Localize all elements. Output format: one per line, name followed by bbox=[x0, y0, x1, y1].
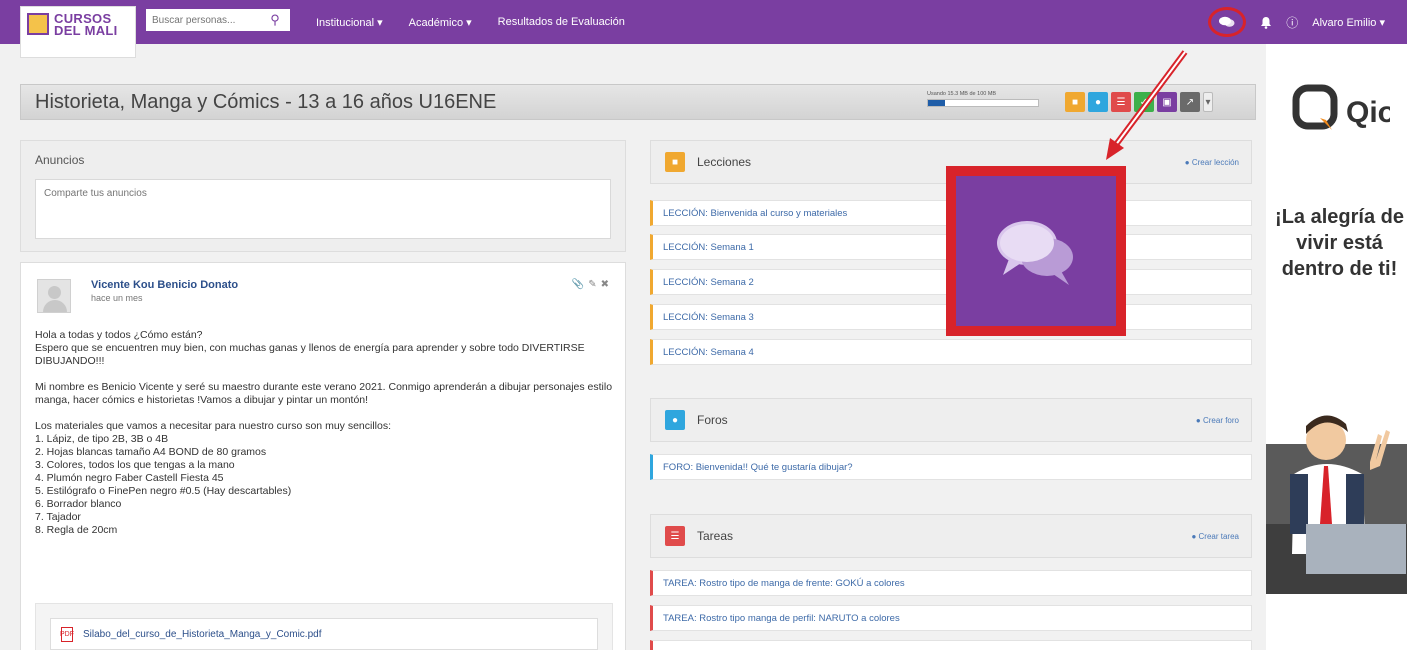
lesson-item[interactable]: LECCIÓN: Semana 4 bbox=[650, 339, 1252, 365]
bell-icon[interactable] bbox=[1260, 16, 1272, 29]
course-title: Historieta, Manga y Cómics - 13 a 16 año… bbox=[35, 90, 497, 113]
pdf-icon: PDF bbox=[60, 626, 74, 642]
chat-bubbles-icon bbox=[997, 221, 1073, 285]
announcements-panel: Anuncios bbox=[20, 140, 626, 252]
storage-fill bbox=[928, 100, 945, 106]
post-author[interactable]: Vicente Kou Benicio Donato bbox=[91, 279, 238, 291]
task-item[interactable]: TAREA: Rostro tipo manga de perfil: NARU… bbox=[650, 605, 1252, 631]
screen-tool-icon[interactable]: ▣ bbox=[1157, 92, 1177, 112]
storage-label: Usando 15.3 MB de 100 MB bbox=[927, 91, 997, 97]
brand-line2: DEL MALI bbox=[54, 23, 118, 38]
material-item: 4. Plumón negro Faber Castell Fiesta 45 bbox=[35, 472, 224, 484]
tasks-tool-icon[interactable]: ☰ bbox=[1111, 92, 1131, 112]
stats-tool-icon[interactable]: ↗ bbox=[1180, 92, 1200, 112]
post-time: hace un mes bbox=[91, 293, 143, 303]
storage-usage: Usando 15.3 MB de 100 MB bbox=[927, 91, 1045, 107]
material-item: 7. Tajador bbox=[35, 511, 81, 523]
task-item[interactable]: TAREA: Rostro tipo de manga de frente: G… bbox=[650, 570, 1252, 596]
lessons-title: Lecciones bbox=[697, 155, 752, 169]
attachment-link[interactable]: PDF Silabo_del_curso_de_Historieta_Manga… bbox=[50, 618, 598, 650]
chat-icon-callout bbox=[946, 166, 1126, 336]
user-menu[interactable]: Alvaro Emilio ▾ bbox=[1312, 16, 1385, 29]
ad-banner[interactable]: Qio ¡La alegría de vivir está dentro de … bbox=[1266, 44, 1407, 650]
more-tools-icon[interactable]: ▾ bbox=[1203, 92, 1213, 112]
ad-person-illustration bbox=[1266, 415, 1407, 594]
course-header: Historieta, Manga y Cómics - 13 a 16 año… bbox=[20, 84, 1256, 120]
material-item: 8. Regla de 20cm bbox=[35, 524, 118, 536]
forum-item[interactable]: FORO: Bienvenida!! Qué te gustaría dibuj… bbox=[650, 454, 1252, 480]
help-icon[interactable]: ⓘ bbox=[1286, 14, 1298, 31]
nav-resultados[interactable]: Resultados de Evaluación bbox=[498, 16, 625, 28]
brand-logo[interactable]: CURSOS DEL MALI bbox=[20, 6, 136, 58]
nav-right: ⓘ Alvaro Emilio ▾ bbox=[1208, 0, 1385, 44]
forums-header: ● Foros ● Crear foro bbox=[650, 398, 1252, 442]
main-nav: Institucional ▾ Académico ▾ Resultados d… bbox=[316, 0, 625, 44]
tasks-title: Tareas bbox=[697, 529, 734, 543]
material-item: 6. Borrador blanco bbox=[35, 498, 122, 510]
search-icon[interactable]: ⚲ bbox=[264, 12, 286, 28]
announcement-post: Vicente Kou Benicio Donato hace un mes 📎… bbox=[20, 262, 626, 650]
material-item: 2. Hojas blancas tamaño A4 BOND de 80 gr… bbox=[35, 446, 267, 458]
ad-brand: Qio bbox=[1346, 96, 1390, 129]
avatar bbox=[37, 279, 71, 313]
forums-title: Foros bbox=[697, 413, 728, 427]
nav-academico[interactable]: Académico ▾ bbox=[409, 16, 472, 29]
forums-tool-icon[interactable]: ● bbox=[1088, 92, 1108, 112]
material-item: 3. Colores, todos los que tengas a la ma… bbox=[35, 459, 235, 471]
announcements-title: Anuncios bbox=[35, 153, 85, 167]
delete-icon[interactable]: ✖ bbox=[601, 279, 609, 290]
task-item[interactable] bbox=[650, 640, 1252, 650]
tasks-icon: ☰ bbox=[665, 526, 685, 546]
ad-slogan: ¡La alegría de vivir está dentro de ti! bbox=[1275, 206, 1404, 280]
logo-icon bbox=[27, 13, 49, 35]
nav-institucional[interactable]: Institucional ▾ bbox=[316, 16, 383, 29]
create-lesson-link[interactable]: ● Crear lección bbox=[1185, 158, 1239, 167]
material-item: 1. Lápiz, de tipo 2B, 3B o 4B bbox=[35, 433, 169, 445]
material-item: 5. Estilógrafo o FinePen negro #0.5 (Hay… bbox=[35, 485, 292, 497]
search-input[interactable] bbox=[146, 9, 264, 31]
top-navbar: ⚲ Institucional ▾ Académico ▾ Resultados… bbox=[0, 0, 1407, 44]
tasks-header: ☰ Tareas ● Crear tarea bbox=[650, 514, 1252, 558]
attachments-area: PDF Silabo_del_curso_de_Historieta_Manga… bbox=[35, 603, 613, 650]
post-actions: 📎 ✎ ✖ bbox=[572, 279, 609, 290]
post-paragraph: Espero que se encuentren muy bien, con m… bbox=[35, 342, 585, 367]
ad-logo: Qio bbox=[1290, 82, 1390, 132]
post-body: Hola a todas y todos ¿Cómo están? Espero… bbox=[35, 329, 615, 537]
lessons-icon: ■ bbox=[665, 152, 685, 172]
lessons-tool-icon[interactable]: ■ bbox=[1065, 92, 1085, 112]
create-task-link[interactable]: ● Crear tarea bbox=[1191, 532, 1239, 541]
post-paragraph: Mi nombre es Benicio Vicente y seré su m… bbox=[35, 381, 613, 406]
create-forum-link[interactable]: ● Crear foro bbox=[1196, 416, 1239, 425]
chat-icon-highlight[interactable] bbox=[1208, 7, 1247, 37]
attach-icon[interactable]: 📎 bbox=[572, 279, 584, 290]
announcement-input[interactable] bbox=[35, 179, 611, 239]
search-box: ⚲ bbox=[146, 9, 290, 31]
storage-bar bbox=[927, 99, 1039, 107]
attachment-name[interactable]: Silabo_del_curso_de_Historieta_Manga_y_C… bbox=[83, 629, 321, 640]
materials-intro: Los materiales que vamos a necesitar par… bbox=[35, 420, 392, 432]
forums-icon: ● bbox=[665, 410, 685, 430]
chat-icon[interactable] bbox=[1219, 16, 1235, 28]
edit-icon[interactable]: ✎ bbox=[588, 279, 596, 290]
course-tools: ■ ● ☰ ✓ ▣ ↗ ▾ bbox=[1065, 92, 1213, 112]
grades-tool-icon[interactable]: ✓ bbox=[1134, 92, 1154, 112]
post-greeting: Hola a todas y todos ¿Cómo están? bbox=[35, 329, 203, 341]
